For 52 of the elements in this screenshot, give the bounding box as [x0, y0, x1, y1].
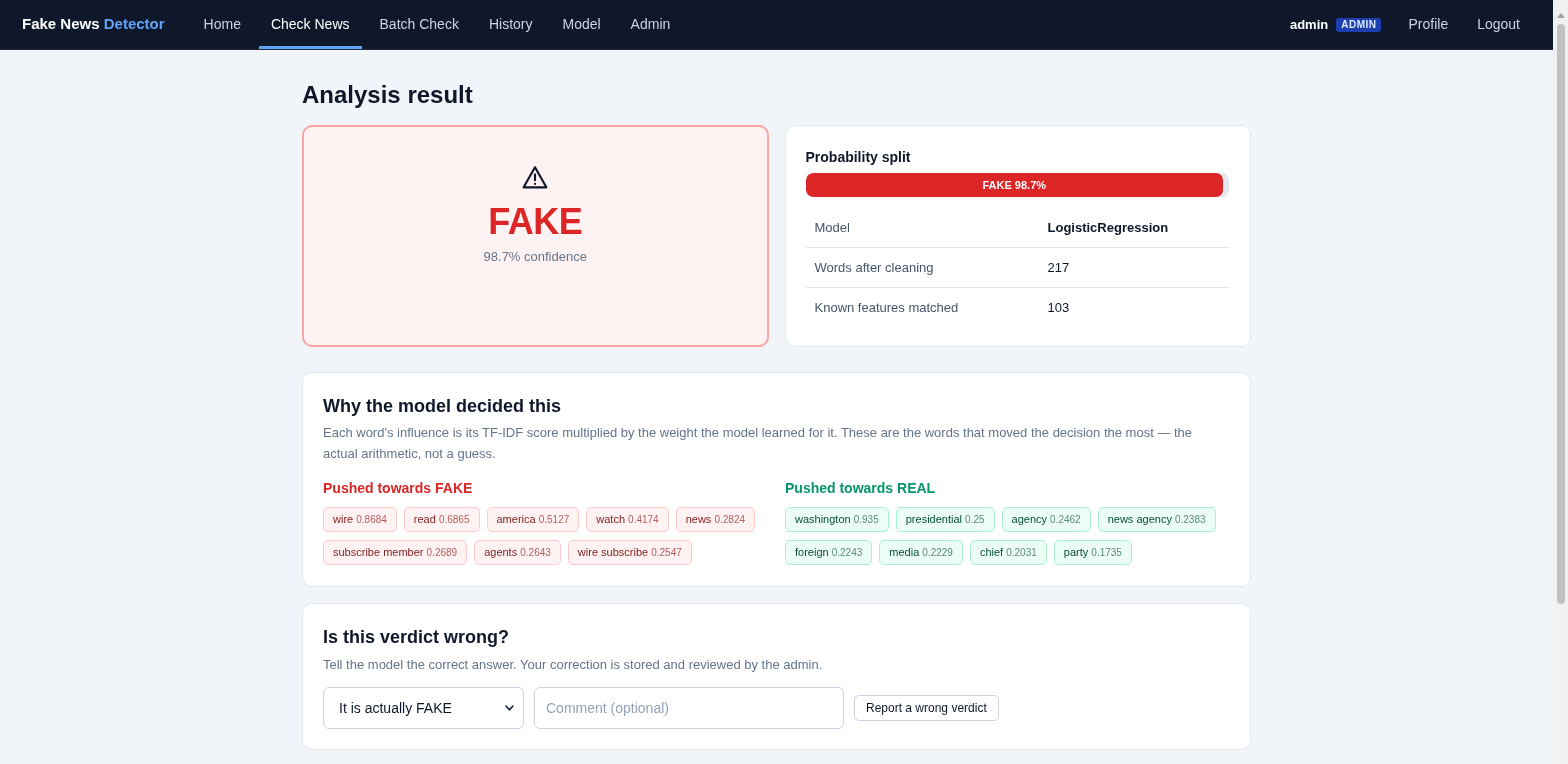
comment-field[interactable]: Comment (optional): [534, 687, 844, 729]
nav-link[interactable]: Batch Check: [367, 0, 471, 49]
warning-icon: [522, 165, 549, 189]
detail-value: 103: [1047, 299, 1070, 318]
nav-link[interactable]: Check News: [258, 0, 362, 49]
nav-link[interactable]: History: [476, 0, 545, 49]
nav-link[interactable]: Model: [550, 0, 613, 49]
scrollbar[interactable]: [1553, 0, 1568, 764]
group-heading: Pushed towards REAL: [785, 479, 937, 498]
detail-value: 217: [1047, 258, 1070, 277]
word-tag: america 0.5127: [486, 507, 580, 532]
section-title: Is this verdict wrong?: [323, 626, 511, 649]
word-tag: party 0.1735: [1053, 540, 1132, 565]
word-tag: wire subscribe 0.2547: [567, 540, 692, 565]
word-tag: wire 0.8684: [323, 507, 397, 532]
word-tag: presidential 0.25: [895, 507, 995, 532]
word-tag: media 0.2229: [879, 540, 963, 565]
word-tag: foreign 0.2243: [785, 540, 873, 565]
word-tag: watch 0.4174: [586, 507, 669, 532]
scroll-up-arrow-icon[interactable]: [1556, 13, 1565, 18]
nav-link[interactable]: Home: [191, 0, 253, 49]
report-button[interactable]: Report a wrong verdict: [854, 695, 999, 721]
scrollbar-thumb[interactable]: [1556, 24, 1565, 604]
detail-value: LogisticRegression: [1047, 218, 1169, 237]
word-tag: read 0.6865: [403, 507, 480, 532]
word-tag: chief 0.2031: [969, 540, 1047, 565]
section-title: Why the model decided this: [323, 395, 563, 418]
word-tag: agents 0.2643: [474, 540, 561, 565]
detail-label: Words after cleaning: [813, 258, 935, 277]
word-tag: news agency 0.2383: [1097, 507, 1216, 532]
section-description: Tell the model the correct answer. Your correction is stored and reviewed by the admin.: [323, 656, 824, 674]
probability-bar-fill: FAKE 98.7%: [805, 173, 1223, 197]
chevron-down-icon: [505, 705, 514, 711]
verdict-label: FAKE: [488, 202, 583, 242]
role-badge: ADMIN: [1336, 17, 1382, 32]
nav-link[interactable]: Logout: [1465, 0, 1532, 49]
confidence-text: 98.7% confidence: [483, 248, 587, 266]
brand-title[interactable]: Fake News Detector: [22, 13, 165, 36]
word-tag: washington 0.935: [785, 507, 889, 532]
group-heading: Pushed towards FAKE: [323, 479, 474, 498]
nav-link[interactable]: Profile: [1396, 0, 1461, 49]
verdict-dropdown[interactable]: It is actually FAKE: [323, 687, 524, 729]
detail-label: Known features matched: [813, 299, 960, 318]
nav-link[interactable]: Admin: [618, 0, 683, 49]
word-tag: agency 0.2462: [1001, 507, 1091, 532]
page-title: Analysis result: [302, 80, 474, 110]
word-tag: subscribe member 0.2689: [323, 540, 468, 565]
probability-title: Probability split: [805, 148, 912, 167]
section-description: Each word's influence is its TF-IDF score multiplied by the weight the model learned for it. These are the words that moved the decision the most — the actual arithmetic, not a guess.: [323, 424, 1194, 463]
user-name: admin: [1289, 15, 1329, 34]
detail-label: Model: [813, 218, 851, 237]
word-tag: news 0.2824: [675, 507, 755, 532]
